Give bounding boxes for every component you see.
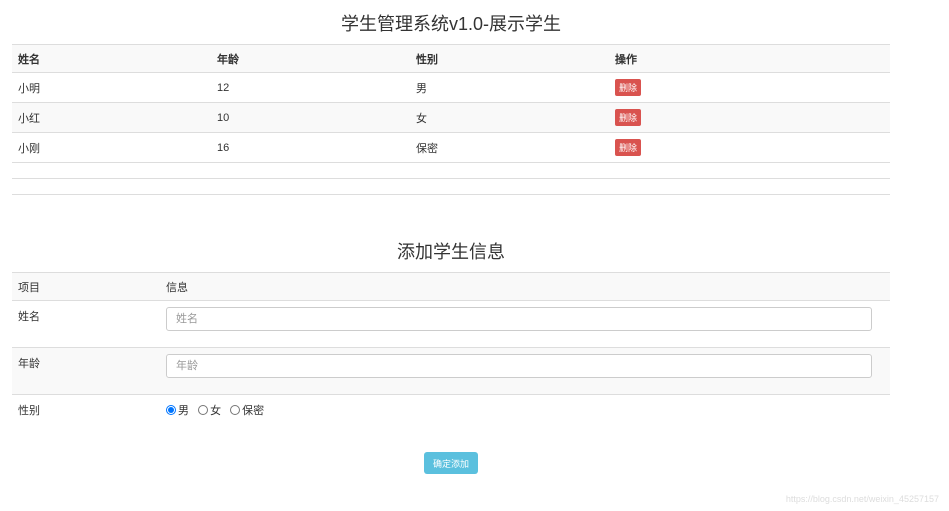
empty-row: [12, 194, 890, 210]
header-info: 信息: [160, 272, 890, 301]
cell-age: 12: [211, 72, 410, 103]
header-item: 项目: [12, 272, 160, 301]
submit-button[interactable]: 确定添加: [424, 452, 478, 474]
delete-button[interactable]: 删除: [615, 139, 642, 156]
student-list-section: 学生管理系统v1.0-展示学生: [12, 10, 890, 36]
radio-female[interactable]: [198, 405, 209, 415]
form-title: 添加学生信息: [397, 242, 505, 262]
name-label: 姓名: [12, 300, 160, 348]
gender-label: 性别: [12, 394, 160, 441]
gender-radio-male[interactable]: 男: [166, 402, 189, 418]
cell-name: 小红: [12, 102, 211, 133]
cell-gender: 保密: [410, 132, 609, 163]
age-input[interactable]: [166, 354, 872, 378]
header-gender: 性别: [410, 44, 609, 73]
radio-label: 女: [210, 405, 222, 417]
header-action: 操作: [609, 44, 890, 73]
radio-label: 保密: [242, 405, 265, 417]
cell-age: 10: [211, 102, 410, 133]
cell-age: 16: [211, 132, 410, 163]
empty-row: [12, 162, 890, 179]
delete-button[interactable]: 删除: [615, 109, 642, 126]
list-title: 学生管理系统v1.0-展示学生: [340, 14, 561, 34]
gender-radio-female[interactable]: 女: [198, 402, 221, 418]
cell-gender: 男: [410, 72, 609, 103]
empty-row: [12, 178, 890, 195]
cell-name: 小明: [12, 72, 211, 103]
table-row: 小刚 16 保密 删除: [12, 132, 890, 163]
age-label: 年龄: [12, 347, 160, 395]
radio-secret[interactable]: [230, 405, 241, 415]
table-row: 小红 10 女 删除: [12, 102, 890, 133]
header-age: 年龄: [211, 44, 410, 73]
radio-male[interactable]: [166, 405, 176, 415]
table-row: 小明 12 男 删除: [12, 72, 890, 103]
table-header: 姓名 年龄 性别 操作: [12, 44, 890, 73]
radio-label: 男: [178, 405, 189, 417]
header-name: 姓名: [12, 44, 211, 73]
student-table: 姓名 年龄 性别 操作 小明 12 男 删除 小红 10 女 删除 小刚 16 …: [12, 44, 890, 210]
add-student-form: 项目信息 姓名 年龄 性别 男 女 保密: [12, 272, 890, 441]
gender-radio-secret[interactable]: 保密: [230, 402, 264, 418]
name-input[interactable]: [166, 307, 872, 331]
cell-name: 小刚: [12, 132, 211, 163]
cell-gender: 女: [410, 102, 609, 133]
watermark: https://blog.csdn.net/weixin_45257157: [785, 494, 939, 504]
delete-button[interactable]: 删除: [615, 79, 642, 96]
